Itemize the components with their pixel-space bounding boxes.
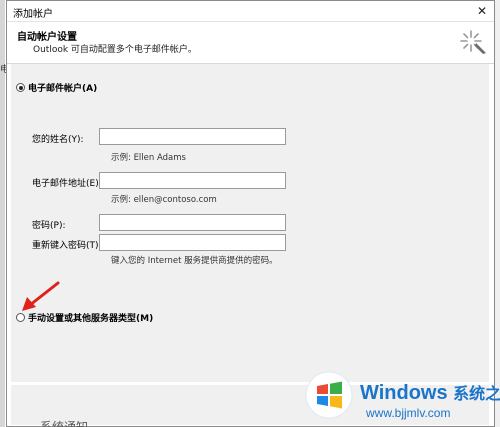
- password-label: 密码(P):: [32, 221, 66, 231]
- window-title: 添加帐户: [13, 9, 53, 20]
- name-input[interactable]: [99, 128, 286, 145]
- email-label: 电子邮件地址(E):: [32, 179, 102, 189]
- retype-password-label: 重新键入密码(T):: [32, 241, 102, 251]
- name-label: 您的姓名(Y):: [32, 135, 84, 145]
- dialog-body: 电子邮件帐户(A) 您的姓名(Y): 示例: Ellen Adams 电子邮件地…: [11, 64, 489, 382]
- manual-setup-option[interactable]: 手动设置或其他服务器类型(M): [16, 311, 153, 324]
- watermark-brand-cn: 系统之家: [453, 386, 500, 403]
- password-hint: 键入您的 Internet 服务提供商提供的密码。: [111, 256, 278, 266]
- dialog-header: 自动帐户设置 Outlook 可自动配置多个电子邮件帐户。: [7, 22, 494, 64]
- name-hint: 示例: Ellen Adams: [111, 153, 186, 163]
- email-input[interactable]: [99, 172, 286, 189]
- close-button[interactable]: ✕: [474, 3, 490, 19]
- email-hint: 示例: ellen@contoso.com: [111, 195, 217, 205]
- watermark-url: www.bjjmlv.com: [366, 406, 451, 420]
- retype-password-input[interactable]: [99, 234, 286, 251]
- site-watermark: Windows 系统之家 www.bjjmlv.com: [300, 358, 500, 427]
- watermark-brand: Windows 系统之家: [360, 380, 500, 405]
- red-arrow-annotation: [22, 281, 60, 311]
- header-title: 自动帐户设置: [17, 32, 77, 43]
- email-account-radio[interactable]: [16, 83, 25, 92]
- password-input[interactable]: [99, 214, 286, 231]
- email-account-option[interactable]: 电子邮件帐户(A): [16, 81, 97, 94]
- header-subtitle: Outlook 可自动配置多个电子邮件帐户。: [33, 45, 197, 55]
- manual-setup-radio[interactable]: [16, 313, 25, 322]
- background-bottom-text: 系统通知: [40, 420, 89, 427]
- windows-logo-icon: [305, 371, 353, 419]
- title-bar: 添加帐户 ✕: [7, 1, 494, 22]
- sparkle-icon: [460, 30, 486, 54]
- email-account-label: 电子邮件帐户(A): [28, 84, 98, 94]
- manual-setup-label: 手动设置或其他服务器类型(M): [28, 314, 154, 324]
- background-edge-text: 电: [0, 65, 10, 75]
- watermark-brand-en: Windows: [360, 382, 448, 404]
- screen: 电 添加帐户 ✕ 自动帐户设置 Outlook 可自动配置多个电子邮件帐户。 电…: [0, 0, 500, 427]
